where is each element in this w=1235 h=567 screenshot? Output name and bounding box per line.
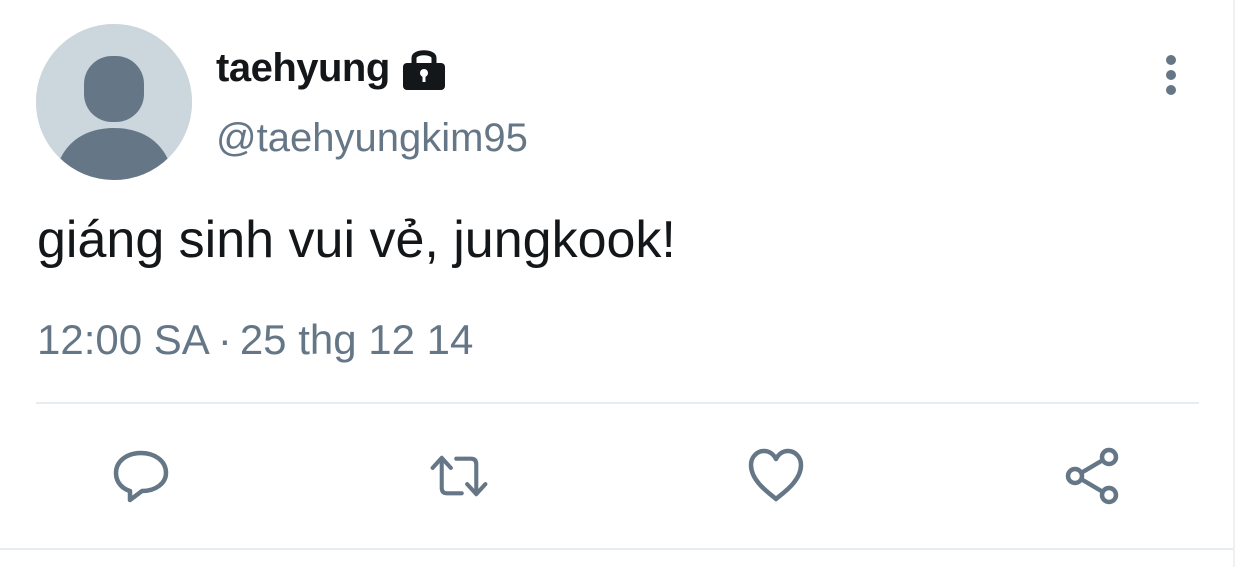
share-icon [1065, 447, 1119, 505]
author-name-row: taehyung [216, 40, 448, 96]
tweet-card: taehyung @taehyungkim95 giáng sinh vui v… [0, 0, 1235, 567]
divider [36, 402, 1199, 404]
reply-icon [113, 450, 169, 503]
avatar[interactable] [36, 24, 192, 180]
tweet-timestamp[interactable]: 12:00 SA · 25 thg 12 14 [37, 316, 473, 364]
lock-icon [400, 44, 448, 92]
tweet-date: 25 thg 12 14 [239, 316, 474, 363]
user-handle[interactable]: @taehyungkim95 [216, 116, 528, 161]
tweet-text: giáng sinh vui vẻ, jungkook! [37, 211, 676, 269]
timestamp-separator: · [217, 316, 232, 363]
retweet-icon [430, 455, 488, 497]
reply-button[interactable] [111, 446, 171, 506]
bottom-divider [0, 548, 1235, 550]
heart-icon [748, 448, 804, 502]
tweet-time: 12:00 SA [37, 316, 210, 363]
share-button[interactable] [1064, 446, 1124, 506]
display-name[interactable]: taehyung [216, 46, 390, 91]
more-vertical-icon[interactable] [1150, 52, 1194, 96]
retweet-button[interactable] [429, 446, 489, 506]
default-avatar-icon [36, 24, 192, 180]
like-button[interactable] [746, 446, 806, 506]
